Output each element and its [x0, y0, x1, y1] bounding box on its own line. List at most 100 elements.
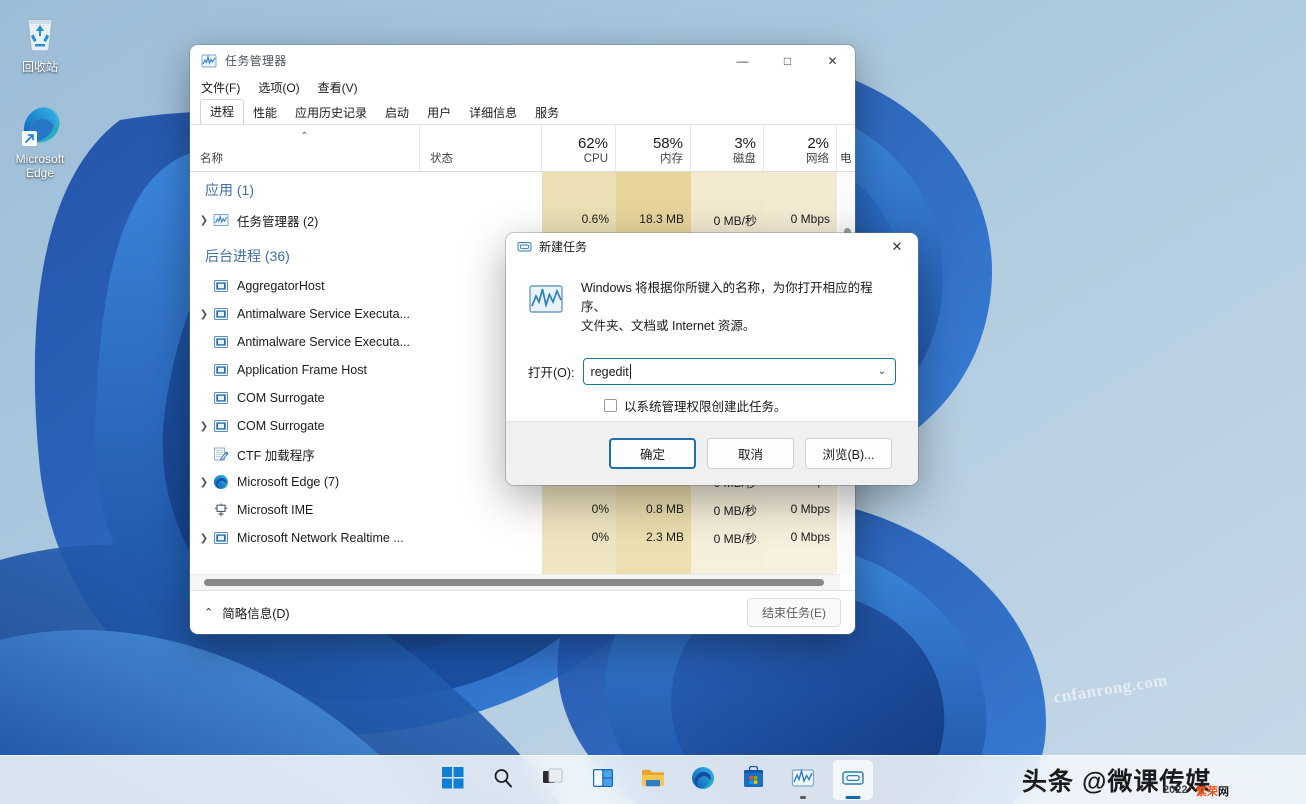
process-name: COM Surrogate — [237, 391, 325, 405]
generic-process-icon — [213, 362, 229, 378]
process-name: 任务管理器 (2) — [237, 211, 318, 230]
new-task-title: 新建任务 — [539, 238, 876, 255]
cell-network: 0 Mbps — [764, 502, 830, 516]
cell-disk: 0 MB/秒 — [691, 530, 757, 547]
admin-privileges-checkbox[interactable] — [604, 399, 617, 412]
task-manager-icon — [213, 212, 229, 228]
menu-file[interactable]: 文件(F) — [201, 79, 240, 96]
expand-chevron-icon[interactable]: ❯ — [195, 215, 213, 226]
maximize-button[interactable]: □ — [765, 45, 810, 76]
expand-chevron-icon[interactable]: ❯ — [195, 477, 213, 488]
close-button[interactable]: ✕ — [810, 45, 855, 76]
process-name: Antimalware Service Executa... — [237, 307, 410, 321]
cell-cpu: 0% — [542, 530, 609, 544]
generic-process-icon — [213, 334, 229, 350]
menu-options[interactable]: 选项(O) — [258, 79, 299, 96]
description-line-2: 文件夹、文档或 Internet 资源。 — [581, 319, 755, 333]
column-header-disk[interactable]: 3% 磁盘 — [691, 125, 764, 171]
text-caret — [630, 364, 631, 379]
new-task-icon — [517, 239, 532, 254]
search-icon — [492, 767, 514, 794]
process-name: COM Surrogate — [237, 419, 325, 433]
tab-startup[interactable]: 启动 — [376, 101, 418, 125]
new-task-dialog: 新建任务 ✕ Windows 将根据你所键入的名称，为你打开相应的程序、 文件夹… — [506, 233, 918, 485]
tab-users[interactable]: 用户 — [418, 101, 460, 125]
new-task-icon — [841, 766, 865, 795]
task-manager-icon — [528, 281, 564, 317]
column-header-network[interactable]: 2% 网络 — [764, 125, 837, 171]
tab-details[interactable]: 详细信息 — [460, 101, 526, 125]
file-explorer-icon — [641, 767, 665, 794]
new-task-titlebar[interactable]: 新建任务 ✕ — [506, 233, 918, 260]
cell-memory: 18.3 MB — [616, 212, 684, 226]
brief-info-toggle[interactable]: ⌃ 简略信息(D) — [204, 603, 290, 622]
start-button[interactable] — [433, 760, 473, 800]
admin-privileges-label: 以系统管理权限创建此任务。 — [624, 396, 787, 415]
column-header-name[interactable]: ⌃ 名称 — [190, 125, 420, 171]
desktop-icon-edge[interactable]: Microsoft Edge — [2, 100, 78, 180]
process-name: CTF 加载程序 — [237, 445, 315, 464]
tab-processes[interactable]: 进程 — [200, 99, 244, 125]
cell-disk: 0 MB/秒 — [691, 212, 757, 229]
tab-performance[interactable]: 性能 — [244, 101, 286, 125]
process-name: Microsoft Network Realtime ... — [237, 531, 404, 545]
process-name: Antimalware Service Executa... — [237, 335, 410, 349]
horizontal-scrollbar-thumb[interactable] — [204, 579, 824, 586]
cell-cpu: 0.6% — [542, 212, 609, 226]
open-input-value[interactable]: regedit — [591, 365, 629, 379]
column-header-memory[interactable]: 58% 内存 — [616, 125, 691, 171]
cell-network: 0 Mbps — [764, 530, 830, 544]
file-explorer-button[interactable] — [633, 760, 673, 800]
cell-memory: 2.3 MB — [616, 530, 684, 544]
widgets-button[interactable] — [583, 760, 623, 800]
sort-ascending-icon: ⌃ — [190, 131, 419, 142]
expand-chevron-icon[interactable]: ❯ — [195, 421, 213, 432]
browse-button[interactable]: 浏览(B)... — [805, 438, 892, 469]
task-manager-icon — [201, 53, 217, 69]
expand-chevron-icon[interactable]: ❯ — [195, 309, 213, 320]
task-manager-icon — [791, 766, 815, 795]
task-manager-titlebar[interactable]: 任务管理器 — □ ✕ — [190, 45, 855, 76]
horizontal-scrollbar[interactable] — [190, 574, 840, 590]
group-header-apps[interactable]: 应用 (1) — [190, 176, 855, 204]
column-header-status[interactable]: 状态 — [420, 125, 542, 171]
cancel-button[interactable]: 取消 — [707, 438, 794, 469]
menu-view[interactable]: 查看(V) — [318, 79, 358, 96]
process-name: AggregatorHost — [237, 279, 325, 293]
brief-info-label: 简略信息(D) — [222, 603, 289, 622]
task-view-button[interactable] — [533, 760, 573, 800]
chevron-down-icon[interactable]: ⌄ — [869, 366, 895, 377]
open-combobox[interactable]: regedit ⌄ — [583, 358, 896, 385]
admin-privileges-checkbox-row[interactable]: 以系统管理权限创建此任务。 — [604, 396, 896, 415]
search-button[interactable] — [483, 760, 523, 800]
generic-process-icon — [213, 418, 229, 434]
minimize-button[interactable]: — — [720, 45, 765, 76]
tab-app-history[interactable]: 应用历史记录 — [286, 101, 376, 125]
cell-network: 0 Mbps — [764, 212, 830, 226]
new-task-button[interactable] — [833, 760, 873, 800]
expand-chevron-icon[interactable]: ❯ — [195, 533, 213, 544]
recycle-bin-icon — [16, 8, 64, 56]
edge-icon — [691, 766, 715, 795]
ok-button[interactable]: 确定 — [609, 438, 696, 469]
group-header-label: 后台进程 (36) — [190, 246, 290, 266]
ctf-loader-icon — [213, 446, 229, 462]
generic-process-icon — [213, 306, 229, 322]
column-header-power[interactable]: 电 — [837, 125, 855, 171]
column-header-cpu[interactable]: 62% CPU — [542, 125, 616, 171]
new-task-body: Windows 将根据你所键入的名称，为你打开相应的程序、 文件夹、文档或 In… — [506, 260, 918, 421]
edge-button[interactable] — [683, 760, 723, 800]
store-button[interactable] — [733, 760, 773, 800]
group-header-label: 应用 (1) — [190, 180, 254, 200]
process-name: Microsoft IME — [237, 503, 313, 517]
close-icon[interactable]: ✕ — [876, 233, 918, 260]
task-manager-button[interactable] — [783, 760, 823, 800]
task-manager-status-bar: ⌃ 简略信息(D) 结束任务(E) — [190, 590, 855, 634]
end-task-button[interactable]: 结束任务(E) — [747, 598, 841, 627]
generic-process-icon — [213, 390, 229, 406]
generic-process-icon — [213, 530, 229, 546]
desktop-icon-recycle-bin[interactable]: 回收站 — [2, 8, 78, 74]
taskbar — [0, 755, 1306, 804]
cell-disk: 0 MB/秒 — [691, 502, 757, 519]
tab-services[interactable]: 服务 — [526, 101, 568, 125]
